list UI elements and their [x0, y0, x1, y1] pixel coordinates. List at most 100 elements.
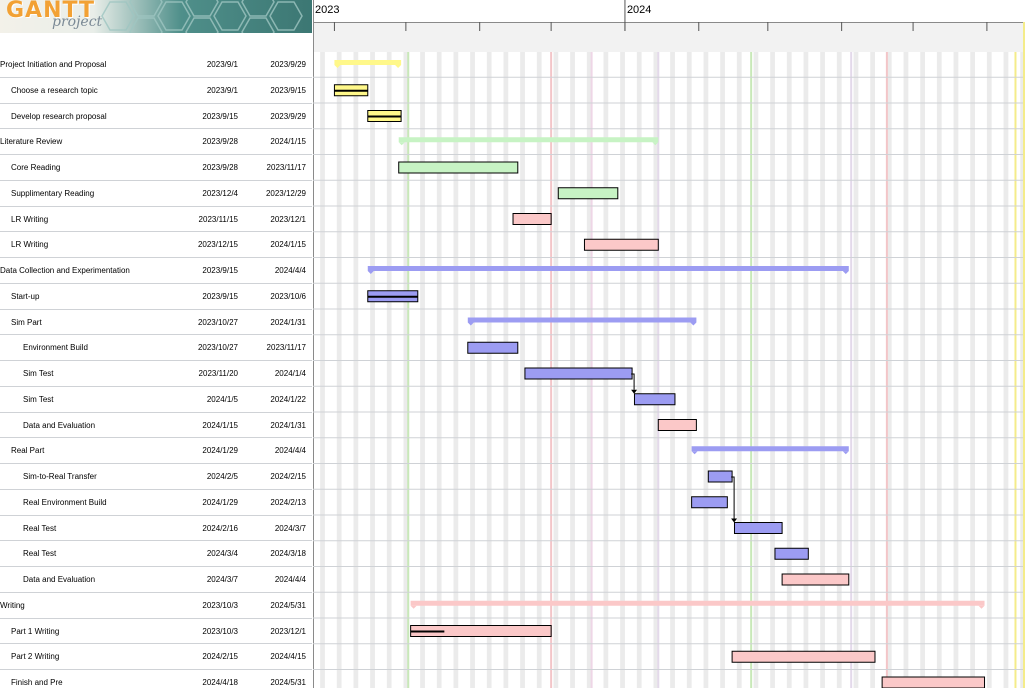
- task-end: 2023/12/1: [270, 626, 306, 636]
- task-name: Project Initiation and Proposal: [0, 60, 107, 69]
- task-begin: 2024/2/15: [202, 652, 238, 662]
- task-name: LR Writing: [11, 240, 49, 250]
- task-name: Start-up: [11, 291, 40, 301]
- task-name: Environment Build: [23, 343, 88, 353]
- weekend-stripe: [503, 22, 509, 688]
- weekend-stripe: [553, 22, 559, 688]
- task-end: 2024/1/4: [274, 369, 306, 378]
- task-row[interactable]: Data and Evaluation 2024/3/7 2024/4/4: [0, 567, 312, 593]
- task-name: Sim Test: [23, 394, 54, 404]
- task-bar: [633, 393, 676, 406]
- progress-bar: [367, 295, 418, 298]
- task-row[interactable]: Develop research proposal 2023/9/15 2023/9…: [0, 104, 312, 130]
- task-row[interactable]: Start-up 2023/9/15 2023/10/6: [0, 284, 312, 310]
- task-bar: [781, 573, 850, 586]
- task-bar: [398, 161, 519, 174]
- task-begin: 2023/9/1: [206, 60, 238, 69]
- task-row[interactable]: Sim Test 2023/11/20 2024/1/4: [0, 361, 312, 387]
- task-end: 2024/5/31: [270, 678, 306, 687]
- weekend-stripe: [320, 22, 325, 688]
- task-row[interactable]: Data Collection and Experimentation 2023/…: [0, 258, 312, 284]
- task-row[interactable]: Sim-to-Real Transfer 2024/2/5 2024/2/15: [0, 464, 312, 490]
- task-name: Finish and Pre: [11, 678, 63, 687]
- task-name: Real Test: [23, 549, 57, 559]
- task-row[interactable]: Data and Evaluation 2024/1/15 2024/1/31: [0, 413, 312, 439]
- weekend-stripe: [620, 22, 625, 688]
- task-bar: [733, 522, 783, 534]
- task-end: 2024/2/15: [270, 472, 306, 481]
- weekend-stripe: [420, 22, 425, 688]
- task-row[interactable]: Real Environment Build 2024/1/29 2024/2/13: [0, 490, 312, 516]
- task-name: Part 2 Writing: [11, 652, 60, 662]
- task-bar: [774, 547, 809, 560]
- task-end: 2024/5/31: [270, 600, 306, 610]
- task-end: 2023/11/17: [266, 163, 306, 172]
- task-end: 2024/3/18: [270, 549, 306, 559]
- task-begin: 2024/1/29: [202, 497, 238, 507]
- task-row[interactable]: Choose a research topic 2023/9/1 2023/9/15: [0, 78, 312, 104]
- task-row[interactable]: Real Test 2024/3/4 2024/3/18: [0, 541, 312, 567]
- task-row[interactable]: Sim Part 2023/10/27 2024/1/31: [0, 310, 312, 336]
- task-end: 2023/12/1: [270, 214, 306, 224]
- task-begin: 2024/1/29: [202, 446, 238, 456]
- task-end: 2023/12/29: [265, 188, 306, 198]
- task-bar: [691, 496, 728, 509]
- weekend-stripe: [603, 22, 609, 688]
- task-name: Choose a research topic: [11, 85, 98, 95]
- task-row[interactable]: LR Writing 2023/11/15 2023/12/1: [0, 207, 312, 233]
- task-bar: [557, 187, 619, 200]
- task-row[interactable]: Core Reading 2023/9/28 2023/11/17: [0, 155, 312, 181]
- task-row[interactable]: Sim Test 2024/1/5 2024/1/22: [0, 387, 312, 413]
- task-begin: 2024/3/7: [206, 575, 238, 584]
- weekend-stripe: [820, 22, 825, 688]
- task-end: 2023/9/29: [270, 60, 306, 69]
- task-row[interactable]: Environment Build 2023/10/27 2023/11/17: [0, 335, 312, 361]
- task-begin: 2024/1/15: [202, 420, 238, 430]
- task-row[interactable]: Writing 2023/10/3 2024/5/31: [0, 593, 312, 619]
- task-name: Core Reading: [11, 163, 61, 172]
- weekend-stripe: [570, 22, 575, 688]
- task-end: 2024/4/4: [274, 446, 306, 456]
- task-end: 2024/4/4: [274, 266, 306, 275]
- weekend-stripe: [636, 22, 642, 688]
- weekend-stripe: [520, 22, 525, 688]
- task-row[interactable]: Literature Review 2023/9/28 2024/1/15: [0, 129, 312, 155]
- summary-bar: [691, 446, 849, 452]
- task-row[interactable]: Part 2 Writing 2024/2/15 2024/4/15: [0, 644, 312, 670]
- task-begin: 2024/1/5: [206, 394, 238, 404]
- task-begin: 2024/2/16: [202, 523, 238, 533]
- task-row[interactable]: Supplimentary Reading 2023/12/4 2023/12/29: [0, 181, 312, 207]
- task-row[interactable]: Real Test 2024/2/16 2024/3/7: [0, 516, 312, 542]
- weekend-stripe: [1003, 22, 1009, 688]
- task-name: Sim Part: [11, 317, 42, 327]
- task-begin: 2023/9/15: [202, 291, 238, 301]
- task-bar: [657, 419, 697, 431]
- summary-bar: [467, 317, 697, 323]
- weekend-stripe: [786, 22, 792, 688]
- task-row[interactable]: Part 1 Writing 2023/10/3 2023/12/1: [0, 619, 312, 645]
- weekend-stripe: [336, 22, 342, 688]
- task-bar: [707, 470, 733, 483]
- task-row[interactable]: Project Initiation and Proposal 2023/9/1 2…: [0, 52, 312, 78]
- task-name: Supplimentary Reading: [11, 188, 95, 198]
- task-name: Data and Evaluation: [23, 575, 96, 584]
- task-row[interactable]: LR Writing 2023/12/15 2024/1/15: [0, 232, 312, 258]
- year-label: 2023: [315, 4, 339, 16]
- app-subtitle: project: [52, 14, 103, 30]
- task-begin: 2023/9/15: [202, 111, 238, 121]
- summary-bar: [398, 137, 659, 143]
- task-end: 2024/4/15: [270, 652, 306, 662]
- weekend-stripe: [870, 22, 875, 688]
- weekend-stripe: [986, 22, 992, 688]
- weekend-stripe: [720, 22, 725, 688]
- task-end: 2023/9/29: [270, 111, 306, 121]
- header-months-band: [313, 22, 1025, 52]
- task-bar: [881, 676, 986, 688]
- task-row[interactable]: Real Part 2024/1/29 2024/4/4: [0, 438, 312, 464]
- task-begin: 2024/3/4: [206, 549, 238, 559]
- weekend-stripe: [920, 22, 925, 688]
- year-label: 2024: [627, 4, 651, 16]
- task-row[interactable]: Finish and Pre 2024/4/18 2024/5/31: [0, 670, 312, 688]
- task-begin: 2023/9/15: [202, 266, 238, 275]
- weekend-stripe: [453, 22, 459, 688]
